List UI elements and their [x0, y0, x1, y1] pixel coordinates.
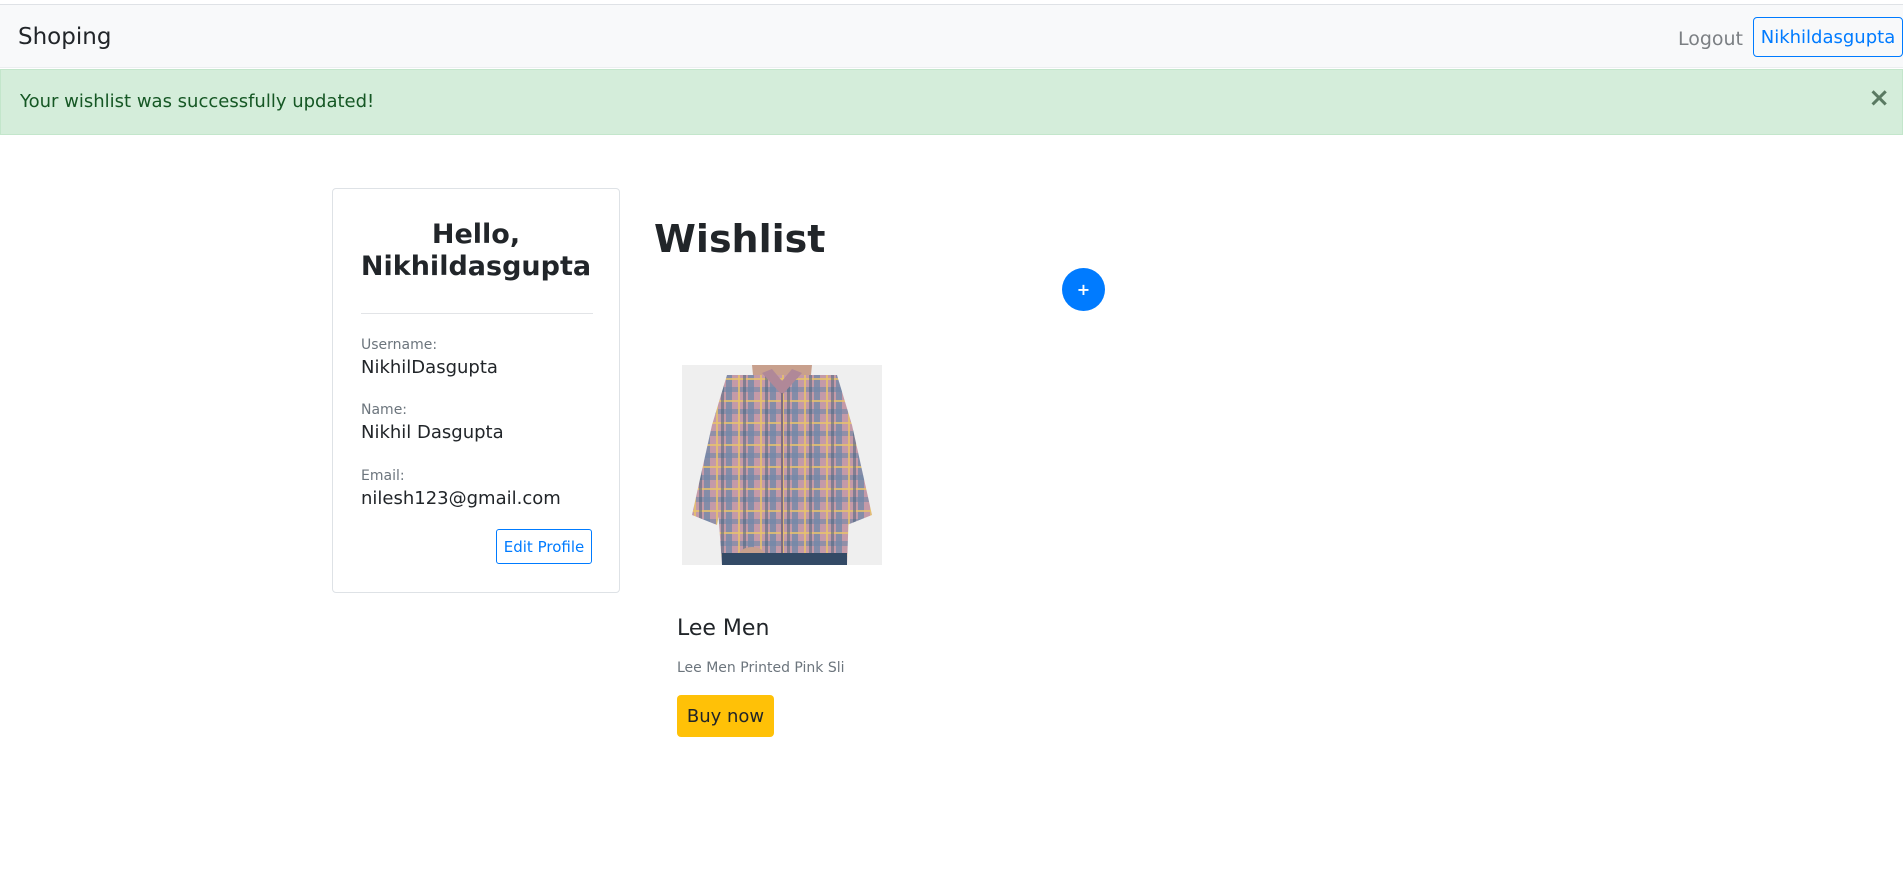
profile-card: Hello, Nikhildasgupta Username: NikhilDa… [332, 188, 620, 593]
buy-now-button[interactable]: Buy now [677, 695, 774, 737]
alert-message: Your wishlist was successfully updated! [20, 91, 375, 112]
success-alert: Your wishlist was successfully updated! … [0, 69, 1903, 135]
username-label: Username: [361, 337, 438, 353]
product-description: Lee Men Printed Pink Sli [677, 660, 845, 676]
edit-profile-button[interactable]: Edit Profile [496, 529, 592, 564]
name-label: Name: [361, 402, 408, 418]
user-menu-button[interactable]: Nikhildasgupta [1753, 17, 1903, 57]
wishlist-title: Wishlist [654, 217, 826, 261]
greeting-line-2: Nikhildasgupta [360, 251, 592, 282]
name-value: Nikhil Dasgupta [361, 422, 504, 443]
close-icon[interactable]: × [1868, 85, 1890, 111]
shirt-model-image [682, 365, 882, 565]
add-item-button[interactable]: + [1062, 268, 1105, 311]
greeting-line-1: Hello, [431, 219, 521, 250]
profile-greeting: Hello, Nikhildasgupta [333, 219, 619, 283]
logout-link[interactable]: Logout [1678, 28, 1743, 50]
email-value: nilesh123@gmail.com [361, 488, 561, 509]
product-name[interactable]: Lee Men [677, 616, 769, 641]
profile-divider [361, 313, 593, 314]
product-card: Lee Men Lee Men Printed Pink Sli Buy now [676, 360, 906, 740]
email-label: Email: [361, 468, 405, 484]
product-image[interactable] [682, 365, 882, 565]
navbar: Shoping Logout Nikhildasgupta [0, 5, 1903, 68]
username-value: NikhilDasgupta [361, 357, 498, 378]
brand-link[interactable]: Shoping [18, 24, 111, 50]
